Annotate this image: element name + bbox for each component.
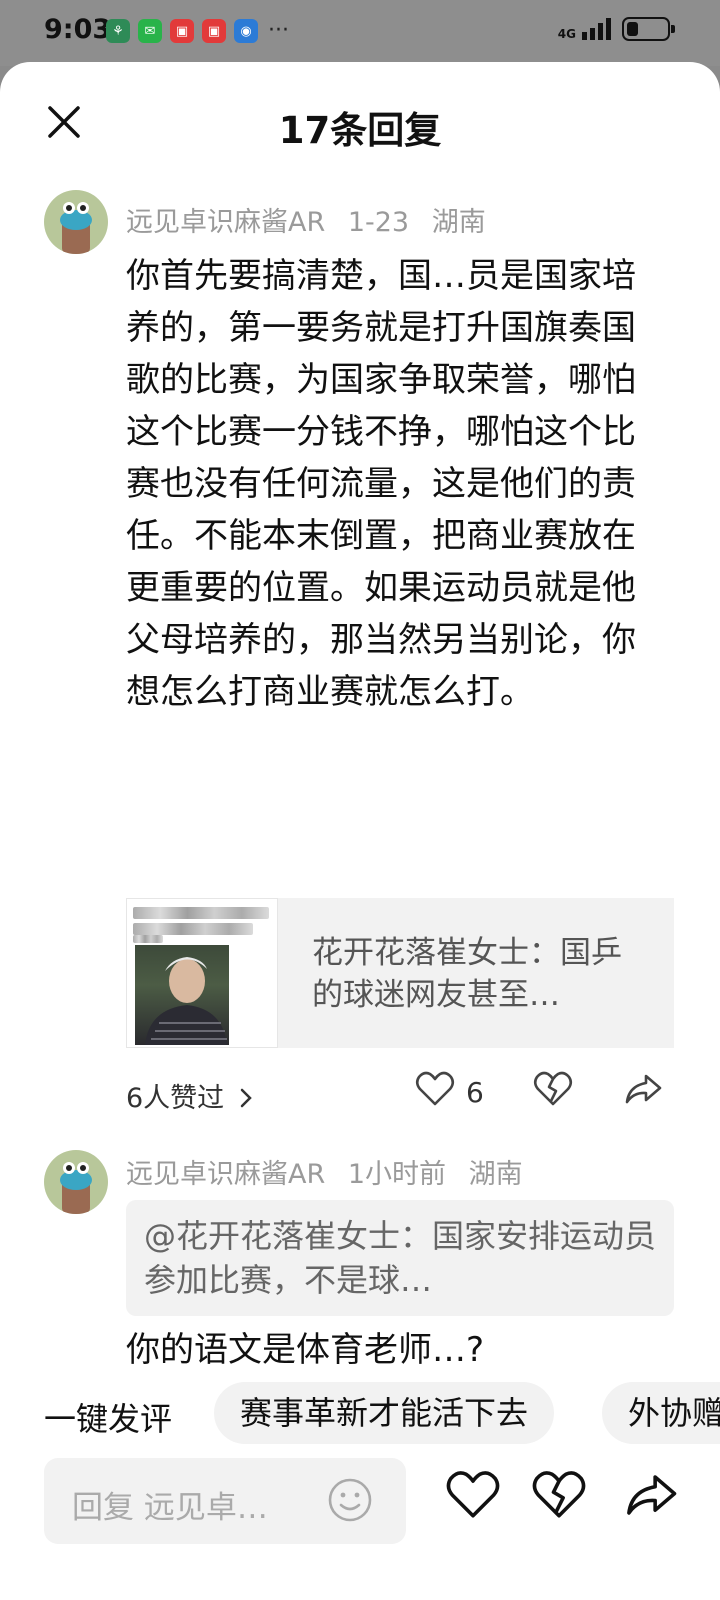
like-button[interactable] [444, 1466, 502, 1524]
signal-icon: 4G [558, 18, 612, 40]
quick-reply-label: 一键发评 [44, 1400, 173, 1438]
status-bar: 9:03 ⚘ ✉ ▣ ▣ ◉ ··· 4G [0, 0, 720, 66]
avatar[interactable] [44, 1150, 108, 1214]
author-name[interactable]: 远见卓识麻酱AR [126, 207, 325, 238]
comment-meta: 远见卓识麻酱AR 1小时前 湖南 [126, 1152, 537, 1191]
comment-date: 1-23 [347, 207, 410, 238]
dislike-button[interactable] [532, 1068, 574, 1114]
battery-level [627, 22, 638, 36]
link-card[interactable]: 花开花落崔女士：国乒的球迷网友甚至… [126, 898, 674, 1048]
reply-placeholder: 回复 远见卓… [72, 1490, 268, 1526]
like-button[interactable] [414, 1068, 456, 1114]
like-count: 6 [466, 1076, 484, 1109]
share-icon [627, 1475, 677, 1515]
red-app-icon: ▣ [170, 19, 194, 43]
replies-sheet: 17条回复 远见卓识麻酱AR 1-23 湖南 你首先要搞清楚，国…员是国家培养的… [0, 62, 720, 1600]
comment-date: 1小时前 [347, 1159, 447, 1190]
wechat-icon: ✉ [138, 19, 162, 43]
status-right: 4G [558, 17, 675, 41]
share-button[interactable] [622, 1068, 664, 1114]
more-notifications-icon: ··· [268, 18, 289, 43]
emoji-icon [328, 1478, 372, 1522]
broken-heart-icon [533, 1071, 573, 1106]
heart-icon [415, 1071, 455, 1106]
comment-body: 你首先要搞清楚，国…员是国家培养的，第一要务就是打升国旗奏国歌的比赛，为国家争取… [126, 256, 636, 712]
network-label: 4G [557, 27, 576, 41]
reply-input[interactable]: 回复 远见卓… [44, 1458, 406, 1544]
author-name[interactable]: 远见卓识麻酱AR [126, 1159, 325, 1190]
thumb-text-line [133, 935, 163, 943]
browser-icon: ◉ [234, 19, 258, 43]
link-card-title: 花开花落崔女士：国乒的球迷网友甚至… [312, 935, 622, 1013]
battery-icon [622, 17, 675, 41]
share-button[interactable] [622, 1466, 680, 1524]
thumb-text-line [133, 923, 253, 935]
comment-actions: 6人赞过 6 [126, 1068, 674, 1118]
dislike-button[interactable] [530, 1466, 588, 1524]
app-notification-icon: ⚘ [106, 19, 130, 43]
link-thumbnail [126, 898, 278, 1048]
broken-heart-icon [532, 1471, 586, 1518]
chevron-right-icon [240, 1088, 252, 1108]
likes-summary-link[interactable]: 6人赞过 [126, 1076, 253, 1115]
quick-reply-row: 一键发评 赛事革新才能活下去 外协赠 [0, 1382, 720, 1448]
sheet-header: 17条回复 [0, 62, 720, 182]
comment-meta: 远见卓识麻酱AR 1-23 湖南 [126, 200, 500, 239]
thumb-text-line [133, 907, 269, 919]
comment-body: 你的语文是体育老师…? [126, 1330, 485, 1370]
quick-reply-chip[interactable]: 赛事革新才能活下去 [214, 1382, 555, 1444]
likes-summary: 6人赞过 [126, 1083, 225, 1114]
share-icon [625, 1074, 662, 1104]
quick-reply-chip[interactable]: 外协赠 [602, 1382, 720, 1444]
comment-location: 湖南 [468, 1159, 523, 1190]
status-time: 9:03 [44, 14, 112, 45]
status-notification-icons: ⚘ ✉ ▣ ▣ ◉ ··· [106, 19, 289, 43]
emoji-button[interactable] [326, 1476, 374, 1524]
page-title: 17条回复 [278, 109, 442, 152]
red-app-icon-2: ▣ [202, 19, 226, 43]
quoted-reply[interactable]: @花开花落崔女士：国家安排运动员参加比赛，不是球… [126, 1200, 674, 1316]
reply-bar: 回复 远见卓… [0, 1452, 720, 1572]
heart-icon [446, 1471, 500, 1518]
avatar[interactable] [44, 190, 108, 254]
comment-location: 湖南 [431, 207, 486, 238]
thumb-photo [135, 945, 229, 1045]
